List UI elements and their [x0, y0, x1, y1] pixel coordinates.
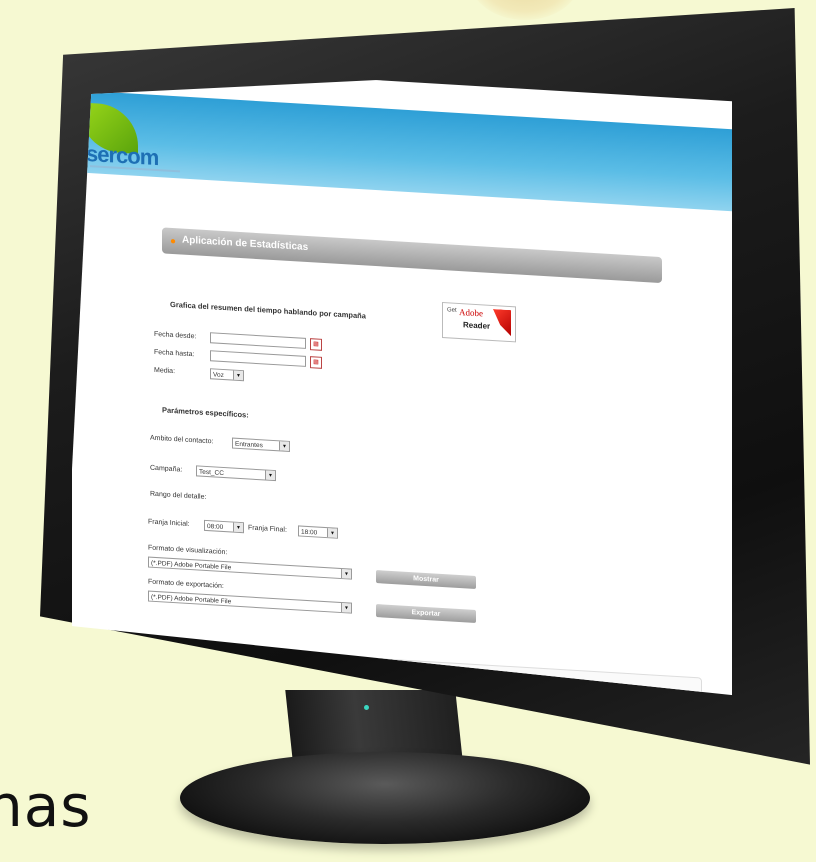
dropdown-arrow-icon: ▼	[233, 522, 243, 533]
formato-visualizacion-select[interactable]: (*.PDF) Adobe Portable File ▼	[148, 556, 352, 580]
media-label: Media:	[154, 366, 176, 376]
media-select[interactable]: Voz ▼	[210, 368, 244, 382]
campana-select[interactable]: Test_CC ▼	[196, 465, 276, 482]
monitor-screen: sercom ● Aplicación de Estadísticas Graf…	[64, 62, 744, 696]
dropdown-arrow-icon: ▼	[233, 370, 243, 381]
franja-final-label: Franja Final:	[248, 524, 287, 534]
formato-visualizacion-value: (*.PDF) Adobe Portable File	[151, 559, 232, 572]
adobe-brand-text: Adobe	[459, 306, 483, 319]
adobe-get-text: Get	[447, 307, 457, 314]
calendar-icon[interactable]: ▦	[310, 356, 322, 369]
calendar-icon[interactable]: ▦	[310, 338, 322, 351]
campana-value: Test_CC	[199, 468, 224, 478]
campana-label: Campaña:	[150, 464, 183, 474]
dropdown-arrow-icon: ▼	[265, 470, 275, 481]
bullet-icon: ●	[170, 235, 177, 248]
franja-inicial-select[interactable]: 08:00 ▼	[204, 519, 244, 534]
franja-inicial-value: 08:00	[207, 523, 224, 531]
chart-title: Grafica del resumen del tiempo hablando …	[170, 299, 366, 321]
formato-exportacion-value: (*.PDF) Adobe Portable File	[151, 593, 232, 606]
dropdown-arrow-icon: ▼	[341, 568, 351, 579]
franja-final-select[interactable]: 18:00 ▼	[298, 525, 338, 539]
decorative-circle	[470, 0, 580, 20]
formato-visualizacion-label: Formato de visualización:	[148, 544, 228, 557]
monitor-stand-base	[180, 752, 590, 844]
section-bar: ● Aplicación de Estadísticas	[162, 227, 662, 284]
exportar-button[interactable]: Exportar	[376, 604, 476, 624]
dropdown-arrow-icon: ▼	[341, 602, 351, 613]
formato-exportacion-label: Formato de exportación:	[148, 578, 224, 591]
section-title: Aplicación de Estadísticas	[182, 234, 309, 254]
adobe-reader-text: Reader	[463, 320, 491, 331]
ambito-value: Entrantes	[235, 440, 263, 450]
get-adobe-reader-link[interactable]: Get Adobe Reader	[442, 301, 516, 343]
media-value: Voz	[213, 371, 224, 380]
ambito-select[interactable]: Entrantes ▼	[232, 437, 290, 452]
power-led-icon	[364, 705, 369, 710]
fecha-hasta-label: Fecha hasta:	[154, 348, 195, 359]
formato-exportacion-select[interactable]: (*.PDF) Adobe Portable File ▼	[148, 590, 352, 614]
web-page: sercom ● Aplicación de Estadísticas Graf…	[72, 62, 732, 696]
slide-footer-text: nas	[0, 772, 92, 840]
franja-inicial-label: Franja Inicial:	[148, 518, 190, 528]
dropdown-arrow-icon: ▼	[327, 528, 337, 538]
params-heading: Parámetros específicos:	[162, 405, 249, 420]
fecha-hasta-input[interactable]	[210, 350, 306, 367]
adobe-logo-icon	[493, 309, 511, 336]
rango-label: Rango del detalle:	[150, 490, 207, 501]
page-header	[72, 90, 732, 212]
dropdown-arrow-icon: ▼	[279, 441, 289, 451]
ambito-label: Ambito del contacto:	[150, 434, 214, 446]
mostrar-button[interactable]: Mostrar	[376, 570, 476, 590]
fecha-desde-input[interactable]	[210, 332, 306, 349]
fecha-desde-label: Fecha desde:	[154, 330, 197, 341]
franja-final-value: 18:00	[301, 528, 318, 537]
